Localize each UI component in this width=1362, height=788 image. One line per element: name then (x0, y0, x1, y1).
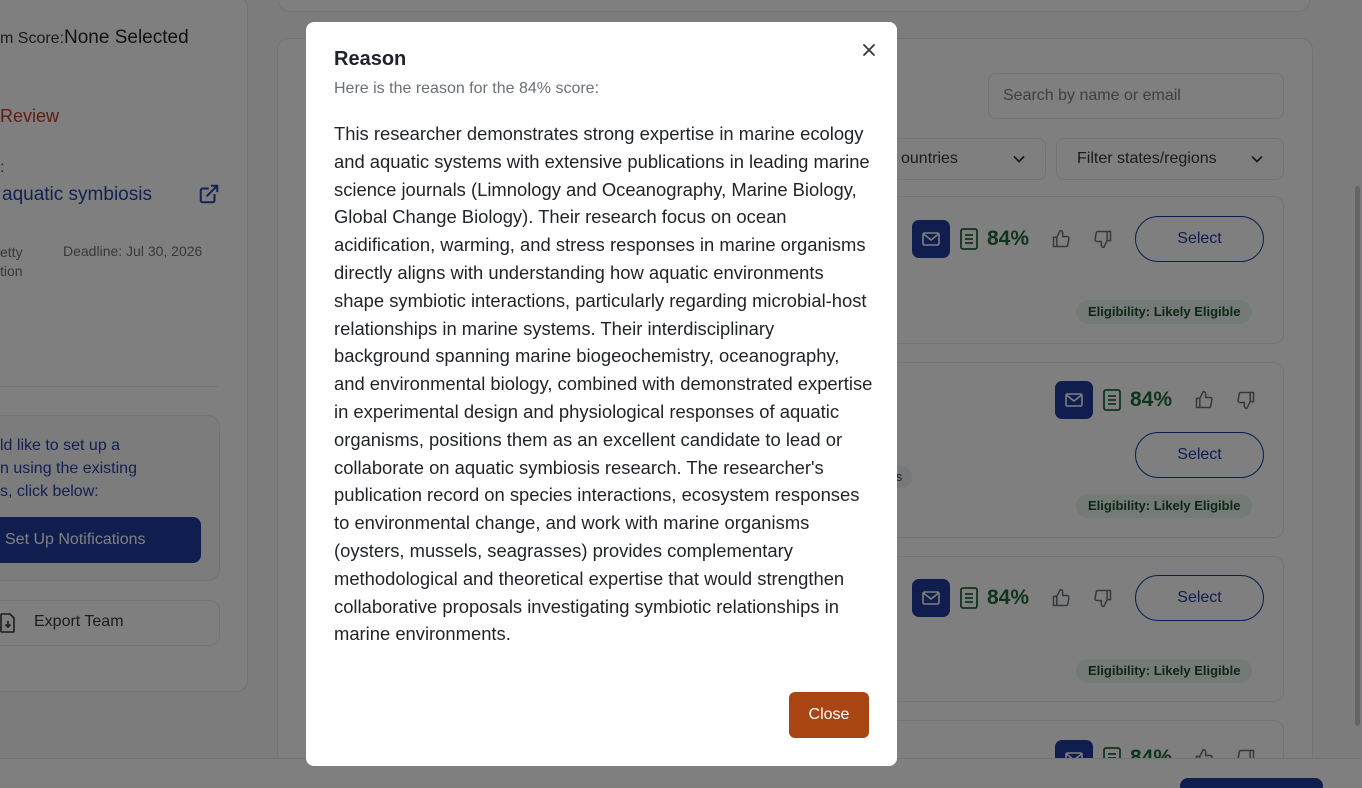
modal-subtitle: Here is the reason for the 84% score: (334, 80, 600, 97)
close-icon[interactable] (860, 41, 878, 59)
modal-title: Reason (334, 48, 407, 70)
close-button[interactable]: Close (789, 692, 869, 738)
reason-text: This researcher demonstrates strong expe… (334, 123, 873, 645)
reason-modal: Reason Here is the reason for the 84% sc… (306, 22, 897, 766)
